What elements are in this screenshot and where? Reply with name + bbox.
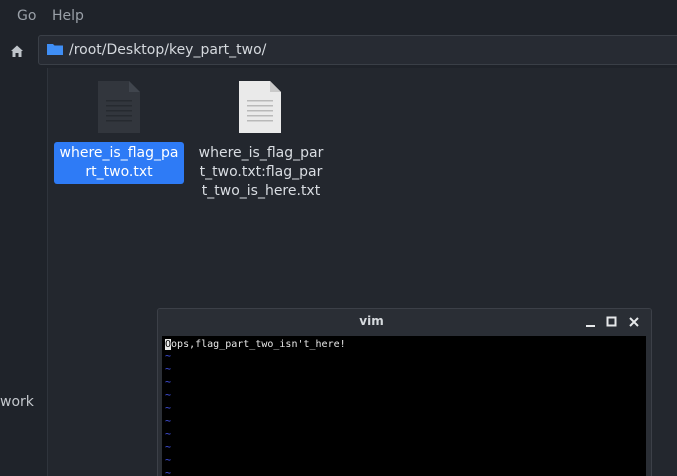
vim-line-text: ops,flag_part_two_isn't_here!	[171, 339, 346, 350]
window-titlebar[interactable]: vim	[158, 309, 651, 335]
folder-icon	[47, 44, 63, 55]
vim-empty-line-marker: ~	[165, 377, 172, 388]
toolbar: /root/Desktop/key_part_two/	[0, 34, 677, 68]
location-bar[interactable]: /root/Desktop/key_part_two/	[38, 35, 677, 65]
close-icon[interactable]	[627, 315, 641, 329]
home-icon	[11, 45, 23, 57]
minimize-icon[interactable]	[584, 315, 598, 329]
vim-empty-line-marker: ~	[165, 403, 172, 414]
vim-empty-line-marker: ~	[165, 429, 172, 440]
sidebar: work	[0, 68, 48, 476]
maximize-icon[interactable]	[605, 315, 619, 329]
vim-empty-line-marker: ~	[165, 442, 172, 453]
menu-go[interactable]: Go	[17, 8, 36, 24]
vim-empty-line-marker: ~	[165, 351, 172, 362]
menu-help[interactable]: Help	[52, 8, 84, 24]
text-file-light-icon	[239, 81, 281, 133]
file-item[interactable]: where_is_flag_part_two.txt:flag_part_two…	[194, 80, 326, 203]
vim-empty-line-marker: ~	[165, 455, 172, 466]
vim-text-line: Oops,flag_part_two_isn't_here!	[165, 339, 346, 350]
vim-empty-line-marker: ~	[165, 364, 172, 375]
text-file-dark-icon	[98, 81, 140, 133]
window-title: vim	[359, 314, 384, 328]
file-name: where_is_flag_part_two.txt	[54, 142, 184, 184]
menubar: Go Help	[0, 0, 677, 34]
file-name: where_is_flag_part_two.txt:flag_part_two…	[198, 145, 324, 199]
vim-terminal[interactable]: Oops,flag_part_two_isn't_here! ~ ~ ~ ~ ~…	[162, 336, 646, 476]
sidebar-item-network[interactable]: work	[0, 394, 34, 410]
location-path: /root/Desktop/key_part_two/	[69, 42, 267, 58]
vim-empty-line-marker: ~	[165, 390, 172, 401]
file-item-selected[interactable]: where_is_flag_part_two.txt	[53, 80, 185, 184]
vim-empty-line-marker: ~	[165, 416, 172, 427]
home-button[interactable]	[8, 42, 26, 60]
vim-window[interactable]: vim Oops,flag_part_two_isn't_here! ~ ~ ~…	[157, 308, 652, 476]
vim-empty-line-marker: ~	[165, 468, 172, 476]
